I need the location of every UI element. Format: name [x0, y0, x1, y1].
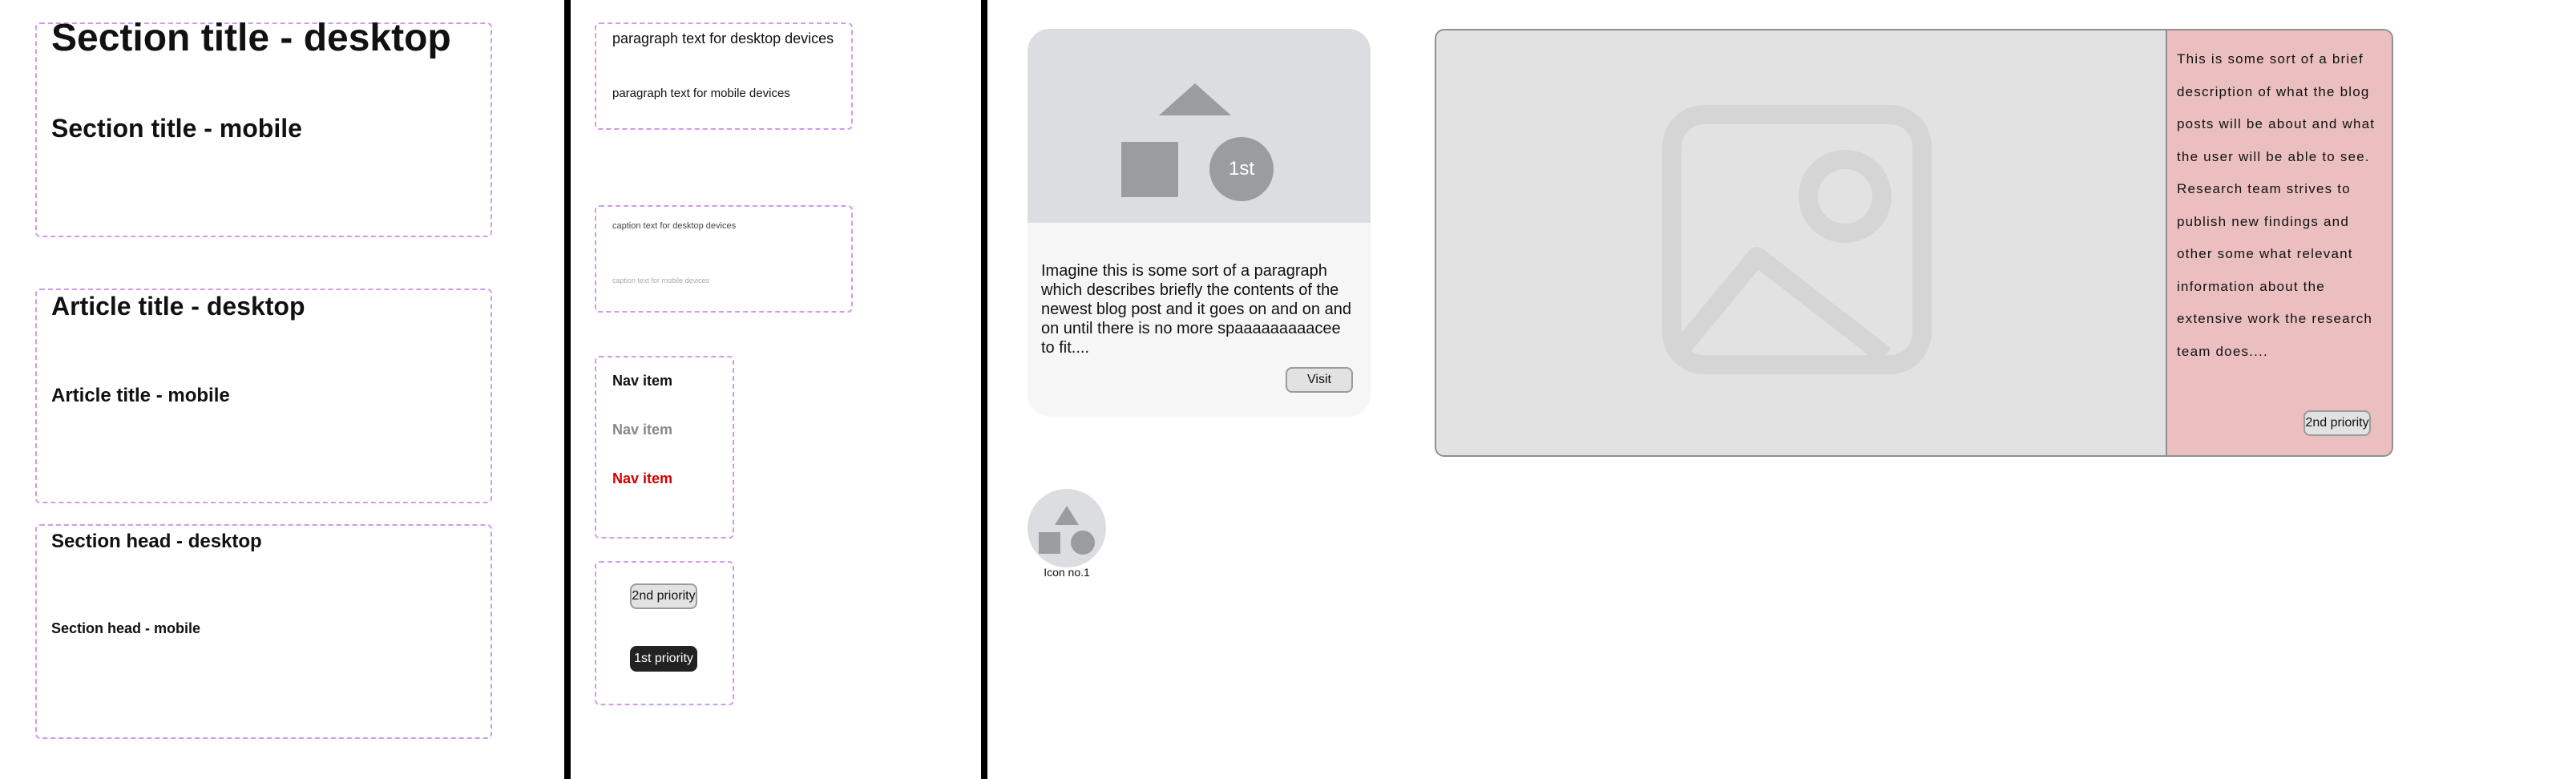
nav-item-default[interactable]: Nav item: [612, 373, 672, 390]
nav-item-disabled[interactable]: Nav item: [612, 422, 672, 438]
caption-mobile: caption text for mobile devices: [612, 276, 710, 285]
circle-shape: [1071, 531, 1095, 555]
section-title-desktop: Section title - desktop: [51, 17, 451, 59]
image-placeholder-icon: [1662, 105, 1932, 374]
column-divider: [981, 0, 987, 779]
feature-image: [1436, 30, 2166, 455]
triangle-shape: [1159, 83, 1231, 115]
second-priority-button[interactable]: 2nd priority: [630, 583, 697, 609]
square-shape: [1039, 532, 1060, 554]
blog-card: 1st Imagine this is some sort of a parag…: [1028, 29, 1371, 417]
card-image: 1st: [1028, 29, 1371, 223]
feature-block: This is some sort of a brief description…: [1435, 29, 2393, 457]
section-head-desktop: Section head - desktop: [51, 531, 262, 552]
visit-button[interactable]: Visit: [1286, 367, 1353, 393]
nav-item-active[interactable]: Nav item: [612, 470, 672, 487]
feature-description: This is some sort of a brief description…: [2177, 51, 2376, 359]
icon-tile-label: Icon no.1: [1044, 566, 1090, 579]
article-title-desktop: Article title - desktop: [51, 292, 305, 321]
caption-desktop: caption text for desktop devices: [612, 221, 737, 231]
card-badge: 1st: [1228, 158, 1254, 180]
feature-panel: This is some sort of a brief description…: [2166, 30, 2392, 455]
section-head-mobile: Section head - mobile: [51, 620, 201, 636]
article-title-mobile: Article title - mobile: [51, 385, 230, 406]
triangle-shape: [1055, 506, 1079, 525]
section-title-mobile: Section title - mobile: [51, 114, 302, 143]
icon-tile[interactable]: [1028, 489, 1106, 567]
paragraph-desktop: paragraph text for desktop devices: [612, 30, 834, 46]
feature-second-priority-button[interactable]: 2nd priority: [2303, 410, 2371, 436]
column-divider: [564, 0, 571, 779]
card-paragraph: Imagine this is some sort of a paragraph…: [1041, 262, 1351, 357]
first-priority-button[interactable]: 1st priority: [630, 646, 697, 672]
buttons-specimen: [595, 561, 734, 705]
paragraph-mobile: paragraph text for mobile devices: [612, 87, 790, 100]
square-shape: [1121, 142, 1178, 197]
